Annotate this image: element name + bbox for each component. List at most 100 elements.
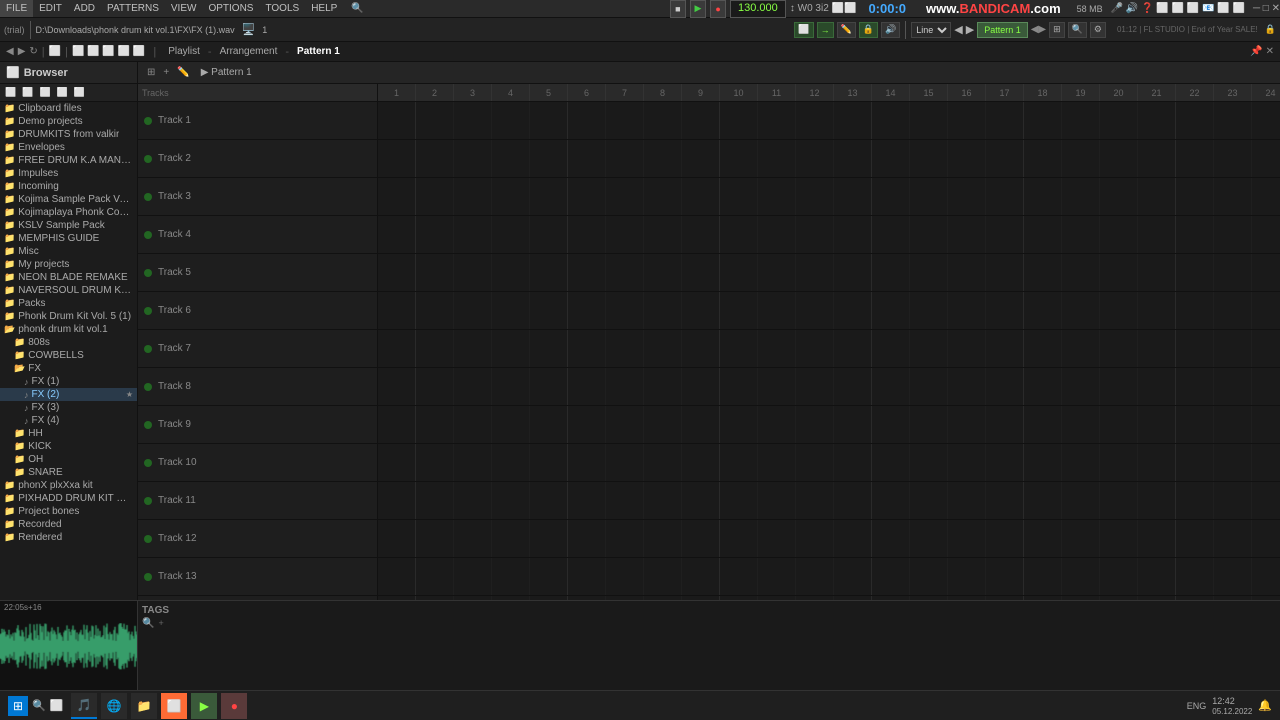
grid-cell-3-6[interactable] — [606, 216, 644, 253]
grid-cell-9-16[interactable] — [986, 444, 1024, 481]
grid-cell-10-2[interactable] — [454, 482, 492, 519]
sidebar-item-1[interactable]: 📁Demo projects — [0, 115, 137, 128]
grid-cell-12-4[interactable] — [530, 558, 568, 595]
grid-cell-1-15[interactable] — [948, 140, 986, 177]
grid-cell-0-15[interactable] — [948, 102, 986, 139]
sidebar-item-11[interactable]: 📁Misc — [0, 245, 137, 258]
grid-cell-10-6[interactable] — [606, 482, 644, 519]
grid-cell-6-5[interactable] — [568, 330, 606, 367]
grid-cell-1-6[interactable] — [606, 140, 644, 177]
grid-cell-4-2[interactable] — [454, 254, 492, 291]
grid-cell-5-7[interactable] — [644, 292, 682, 329]
nav-home[interactable]: ⬜ — [49, 46, 61, 57]
grid-cell-1-8[interactable] — [682, 140, 720, 177]
grid-cell-9-7[interactable] — [644, 444, 682, 481]
grid-cell-9-23[interactable] — [1252, 444, 1280, 481]
grid-cell-2-19[interactable] — [1100, 178, 1138, 215]
grid-cell-2-13[interactable] — [872, 178, 910, 215]
grid-cell-6-19[interactable] — [1100, 330, 1138, 367]
grid-cell-12-17[interactable] — [1024, 558, 1062, 595]
grid-cell-4-12[interactable] — [834, 254, 872, 291]
grid-cell-8-16[interactable] — [986, 406, 1024, 443]
grid-cell-8-7[interactable] — [644, 406, 682, 443]
grid-cell-2-3[interactable] — [492, 178, 530, 215]
grid-cell-4-17[interactable] — [1024, 254, 1062, 291]
nav-playlist[interactable]: Playlist — [164, 46, 204, 57]
sidebar-item-26[interactable]: 📁KICK — [0, 440, 137, 453]
grid-cell-0-22[interactable] — [1214, 102, 1252, 139]
grid-cell-0-0[interactable] — [378, 102, 416, 139]
grid-cell-1-22[interactable] — [1214, 140, 1252, 177]
nav-fwd[interactable]: ▶ — [18, 46, 26, 57]
sidebar-item-2[interactable]: 📁DRUMKITS from valkir — [0, 128, 137, 141]
taskbar-explorer[interactable]: 📁 — [131, 693, 157, 719]
grid-cell-6-16[interactable] — [986, 330, 1024, 367]
grid-cell-5-14[interactable] — [910, 292, 948, 329]
grid-cell-7-4[interactable] — [530, 368, 568, 405]
grid-cell-0-3[interactable] — [492, 102, 530, 139]
grid-cell-7-20[interactable] — [1138, 368, 1176, 405]
grid-cell-5-16[interactable] — [986, 292, 1024, 329]
track-label-8[interactable]: Track 9 — [138, 406, 377, 444]
grid-cell-6-13[interactable] — [872, 330, 910, 367]
grid-cell-11-5[interactable] — [568, 520, 606, 557]
grid-row-3[interactable] — [378, 216, 1280, 254]
sidebar-item-25[interactable]: 📁HH — [0, 427, 137, 440]
grid-cell-8-15[interactable] — [948, 406, 986, 443]
grid-cell-10-14[interactable] — [910, 482, 948, 519]
sidebar-item-10[interactable]: 📁MEMPHIS GUIDE — [0, 232, 137, 245]
grid-cell-1-0[interactable] — [378, 140, 416, 177]
sidebar-item-27[interactable]: 📁OH — [0, 453, 137, 466]
grid-cell-8-8[interactable] — [682, 406, 720, 443]
grid-cell-3-20[interactable] — [1138, 216, 1176, 253]
grid-cell-4-21[interactable] — [1176, 254, 1214, 291]
grid-cell-3-15[interactable] — [948, 216, 986, 253]
grid-cell-12-15[interactable] — [948, 558, 986, 595]
grid-cell-5-2[interactable] — [454, 292, 492, 329]
grid-cell-11-17[interactable] — [1024, 520, 1062, 557]
grid-cell-4-6[interactable] — [606, 254, 644, 291]
grid-cell-7-3[interactable] — [492, 368, 530, 405]
sidebar-item-18[interactable]: 📁808s — [0, 336, 137, 349]
grid-cell-11-23[interactable] — [1252, 520, 1280, 557]
grid-cell-8-22[interactable] — [1214, 406, 1252, 443]
grid-cell-4-7[interactable] — [644, 254, 682, 291]
taskbar-app-green[interactable]: ▶ — [191, 693, 217, 719]
grid-cell-10-13[interactable] — [872, 482, 910, 519]
sidebar-item-7[interactable]: 📁Kojima Sample Pack Vol 1.0 — [0, 193, 137, 206]
grid-cell-10-3[interactable] — [492, 482, 530, 519]
grid-cell-3-9[interactable] — [720, 216, 758, 253]
grid-cell-4-0[interactable] — [378, 254, 416, 291]
sidebar-item-17[interactable]: 📂phonk drum kit vol.1 — [0, 323, 137, 336]
grid-cell-6-0[interactable] — [378, 330, 416, 367]
grid-cell-2-8[interactable] — [682, 178, 720, 215]
sidebar-item-6[interactable]: 📁Incoming — [0, 180, 137, 193]
grid-cell-5-12[interactable] — [834, 292, 872, 329]
grid-cell-12-7[interactable] — [644, 558, 682, 595]
grid-cell-1-3[interactable] — [492, 140, 530, 177]
grid-cell-4-15[interactable] — [948, 254, 986, 291]
grid-cell-6-21[interactable] — [1176, 330, 1214, 367]
grid-cell-11-19[interactable] — [1100, 520, 1138, 557]
track-label-3[interactable]: Track 4 — [138, 216, 377, 254]
grid-cell-5-23[interactable] — [1252, 292, 1280, 329]
grid-cell-12-13[interactable] — [872, 558, 910, 595]
grid-cell-12-0[interactable] — [378, 558, 416, 595]
sidebar-item-4[interactable]: 📁FREE DRUM K.A MANE VOL.1 — [0, 154, 137, 167]
grid-row-0[interactable] — [378, 102, 1280, 140]
grid-cell-2-14[interactable] — [910, 178, 948, 215]
grid-cell-6-9[interactable] — [720, 330, 758, 367]
sidebar-item-29[interactable]: 📁phonX plxXxa kit — [0, 479, 137, 492]
nav-arrangement[interactable]: Arrangement — [216, 46, 282, 57]
taskbar-app-orange[interactable]: ⬜ — [161, 693, 187, 719]
grid-cell-4-16[interactable] — [986, 254, 1024, 291]
grid-row-5[interactable] — [378, 292, 1280, 330]
grid-cell-10-11[interactable] — [796, 482, 834, 519]
grid-cell-2-4[interactable] — [530, 178, 568, 215]
grid-cell-3-13[interactable] — [872, 216, 910, 253]
grid-cell-12-21[interactable] — [1176, 558, 1214, 595]
grid-cell-1-9[interactable] — [720, 140, 758, 177]
sidebar-item-3[interactable]: 📁Envelopes — [0, 141, 137, 154]
grid-cell-9-1[interactable] — [416, 444, 454, 481]
grid-cell-4-8[interactable] — [682, 254, 720, 291]
